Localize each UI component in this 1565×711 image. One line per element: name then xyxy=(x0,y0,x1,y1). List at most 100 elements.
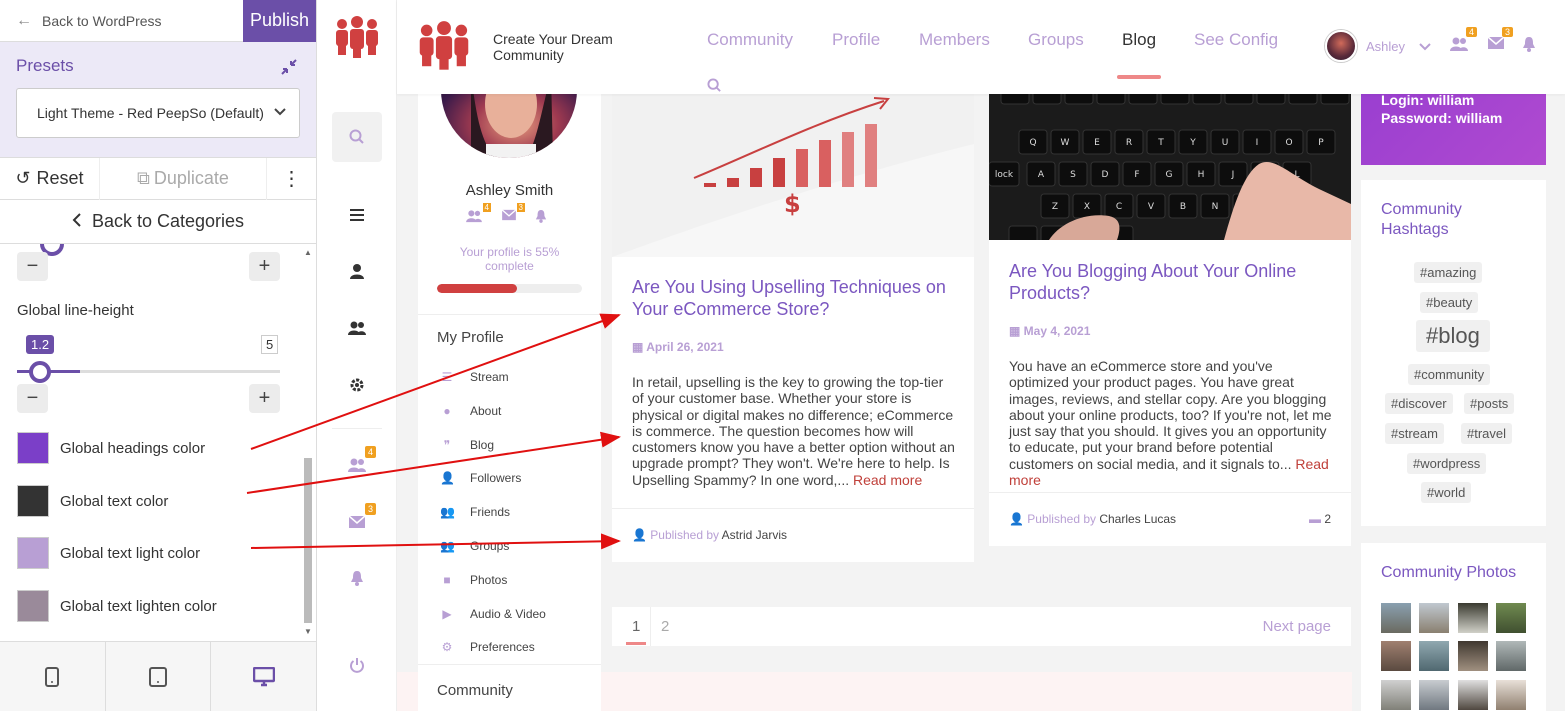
profile-menu-item-about[interactable]: ● About xyxy=(440,404,501,418)
nav-profile[interactable]: Profile xyxy=(832,30,880,50)
more-options-icon[interactable]: ⋮ xyxy=(266,157,316,200)
publish-button[interactable]: Publish xyxy=(243,0,316,42)
color-swatch[interactable] xyxy=(17,537,49,569)
profile-menu-item-followers[interactable]: 👤 Followers xyxy=(440,471,521,485)
chevron-down-icon xyxy=(1419,39,1431,54)
desktop-preview-button[interactable] xyxy=(211,642,316,711)
post-title[interactable]: Are You Using Upselling Techniques on Yo… xyxy=(632,276,962,320)
increment-button[interactable]: + xyxy=(249,252,280,281)
decrement-button[interactable]: − xyxy=(17,252,48,281)
color-row-text-light[interactable]: Global text light color xyxy=(17,537,200,569)
color-row-text-lighten[interactable]: Global text lighten color xyxy=(17,590,217,622)
mobile-preview-button[interactable] xyxy=(0,642,106,711)
customizer-scrollbar[interactable]: ▲ ▼ xyxy=(303,248,313,636)
hashtag-amazing[interactable]: #amazing xyxy=(1414,262,1483,283)
nav-groups[interactable]: Groups xyxy=(1028,30,1084,50)
collapse-icon[interactable] xyxy=(280,58,298,81)
post-title[interactable]: Are You Blogging About Your Online Produ… xyxy=(1009,260,1339,304)
community-photo[interactable] xyxy=(1381,603,1411,633)
user-menu[interactable]: Ashley xyxy=(1325,30,1431,62)
hashtag-posts[interactable]: #posts xyxy=(1464,393,1515,414)
hashtag-blog[interactable]: #blog xyxy=(1416,320,1490,352)
hashtag-stream[interactable]: #stream xyxy=(1385,423,1444,444)
color-swatch[interactable] xyxy=(17,590,49,622)
post-excerpt: In retail, upselling is the key to growi… xyxy=(632,374,957,488)
notifications-bell-icon[interactable] xyxy=(535,209,547,226)
next-page-link[interactable]: Next page xyxy=(1263,618,1331,635)
members-icon[interactable]: 4 xyxy=(332,440,382,490)
nav-blog[interactable]: Blog xyxy=(1122,30,1156,50)
community-photo[interactable] xyxy=(1496,603,1526,633)
community-photo[interactable] xyxy=(1381,641,1411,671)
user-icon[interactable] xyxy=(332,246,382,296)
profile-menu-item-blog[interactable]: ❞ Blog xyxy=(440,438,494,452)
read-more-link[interactable]: Read more xyxy=(853,472,922,488)
nav-community[interactable]: Community xyxy=(707,30,793,50)
hashtag-community[interactable]: #community xyxy=(1408,364,1491,385)
profile-menu-item-stream[interactable]: ☰ Stream xyxy=(440,370,509,384)
site-logo[interactable] xyxy=(415,20,473,75)
line-height-increment-button[interactable]: + xyxy=(249,384,280,413)
hashtag-beauty[interactable]: #beauty xyxy=(1420,292,1479,313)
post-thumbnail-keyboard[interactable]: QWERTYUIOPlockASDFGHJKLZXCVBNM xyxy=(989,94,1351,240)
duplicate-button[interactable]: ⧉ Duplicate xyxy=(100,158,266,200)
scroll-down-icon[interactable]: ▼ xyxy=(304,627,312,636)
page-1-link[interactable]: 1 xyxy=(632,618,640,635)
color-row-headings[interactable]: Global headings color xyxy=(17,432,205,464)
page-2-link[interactable]: 2 xyxy=(661,618,669,635)
author-name[interactable]: Charles Lucas xyxy=(1099,512,1176,526)
hashtag-discover[interactable]: #discover xyxy=(1385,393,1453,414)
community-photo[interactable] xyxy=(1419,641,1449,671)
profile-menu-item-preferences[interactable]: ⚙ Preferences xyxy=(440,640,535,654)
messages-icon[interactable]: 3 xyxy=(332,497,382,547)
community-photo[interactable] xyxy=(1419,680,1449,710)
scrollbar-thumb[interactable] xyxy=(304,458,312,623)
community-photo[interactable] xyxy=(1458,641,1488,671)
tablet-preview-button[interactable] xyxy=(106,642,212,711)
line-height-slider-thumb[interactable] xyxy=(29,361,51,383)
logout-power-icon[interactable] xyxy=(332,640,382,690)
color-row-text[interactable]: Global text color xyxy=(17,485,168,517)
friends-icon[interactable]: 4 xyxy=(1449,27,1477,55)
profile-menu-item-photos[interactable]: ■ Photos xyxy=(440,573,507,587)
site-logo-small[interactable] xyxy=(332,15,382,63)
back-to-wordpress-link[interactable]: ← Back to WordPress xyxy=(0,12,243,30)
community-photo[interactable] xyxy=(1496,680,1526,710)
keyboard-key-label: lock xyxy=(995,170,1014,180)
back-to-categories-button[interactable]: Back to Categories xyxy=(0,200,316,244)
community-photo[interactable] xyxy=(1458,603,1488,633)
search-icon[interactable] xyxy=(707,78,722,96)
settings-gear-icon[interactable] xyxy=(332,360,382,410)
hashtag-travel[interactable]: #travel xyxy=(1461,423,1513,444)
community-photo[interactable] xyxy=(1458,680,1488,710)
author-name[interactable]: Astrid Jarvis xyxy=(722,528,787,542)
notifications-bell-icon[interactable] xyxy=(1522,36,1536,55)
profile-menu-item-groups[interactable]: 👥 Groups xyxy=(440,539,509,553)
profile-menu-item-audio-video[interactable]: ▶ Audio & Video xyxy=(440,607,545,621)
color-swatch[interactable] xyxy=(17,485,49,517)
color-swatch[interactable] xyxy=(17,432,49,464)
line-height-decrement-button[interactable]: − xyxy=(17,384,48,413)
hashtag-world[interactable]: #world xyxy=(1421,482,1472,503)
search-icon[interactable] xyxy=(332,112,382,162)
scroll-up-icon[interactable]: ▲ xyxy=(304,248,312,257)
community-photo[interactable] xyxy=(1419,603,1449,633)
messages-icon[interactable]: 3 xyxy=(501,203,525,226)
messages-icon[interactable]: 3 xyxy=(1487,27,1513,53)
post-thumbnail-chart[interactable]: $ xyxy=(612,94,974,257)
friends-icon[interactable] xyxy=(332,303,382,353)
keyboard-key-label: N xyxy=(1212,202,1219,212)
hashtag-wordpress[interactable]: #wordpress xyxy=(1407,453,1487,474)
notifications-bell-icon[interactable] xyxy=(332,553,382,603)
nav-see-config[interactable]: See Config xyxy=(1194,30,1278,50)
comments-count[interactable]: ▬ 2 xyxy=(1309,512,1331,526)
community-photo[interactable] xyxy=(1381,680,1411,710)
preset-select[interactable]: Light Theme - Red PeepSo (Default) xyxy=(16,88,300,138)
nav-members[interactable]: Members xyxy=(919,30,990,50)
profile-menu-item-friends[interactable]: 👥 Friends xyxy=(440,505,510,519)
community-photo[interactable] xyxy=(1496,641,1526,671)
line-height-slider-track[interactable] xyxy=(17,370,280,373)
menu-icon[interactable] xyxy=(332,190,382,240)
friends-icon[interactable]: 4 xyxy=(465,203,491,226)
reset-button[interactable]: ↺ Reset xyxy=(0,157,100,200)
